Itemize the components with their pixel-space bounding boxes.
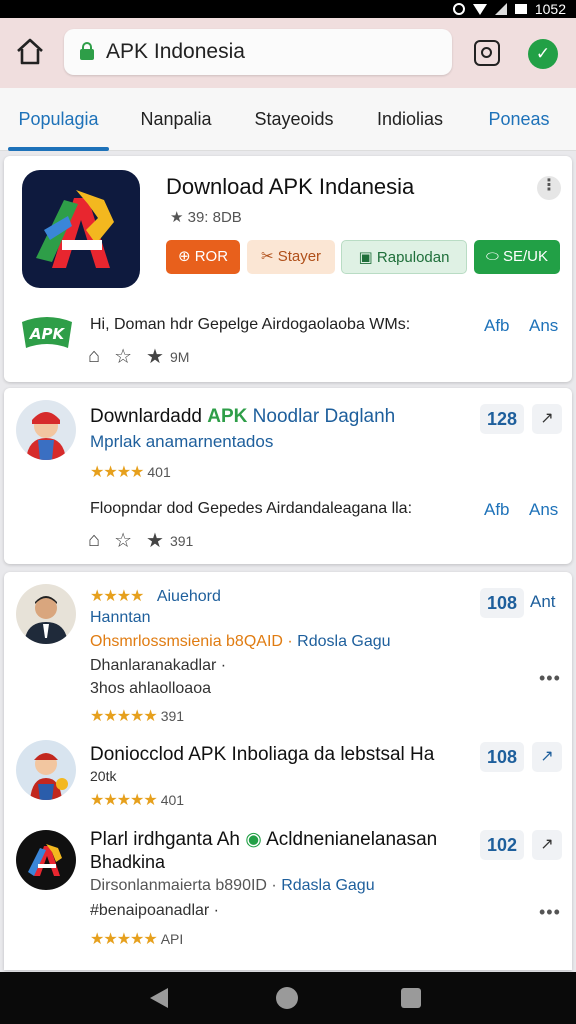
svg-text:APK: APK (29, 325, 66, 343)
list-title: Doniocclod APK Inboliaga da lebstsal Ha (90, 744, 435, 765)
meta-line-1: Dirsonlanmaierta b890ID · Rdasla Gagu (90, 877, 375, 894)
tab-poneas[interactable]: Poneas (474, 88, 564, 151)
download-count: 391 (169, 532, 194, 549)
wifi-icon (472, 3, 487, 15)
ror-button[interactable]: ⊕ ROR (166, 240, 240, 274)
tag-ans[interactable]: Ans (529, 500, 558, 520)
box-icon: ▣ (358, 249, 377, 266)
camera-icon[interactable] (474, 40, 500, 66)
clock: 1052 (534, 1, 566, 17)
home-icon[interactable] (14, 36, 46, 68)
tab-nanpalia[interactable]: Nanpalia (124, 88, 228, 151)
url-text[interactable]: APK Indonesia (106, 40, 245, 64)
star-rating: ★★★★ 401 (90, 464, 171, 481)
avatar (16, 830, 76, 890)
star-filled-icon: ★ (146, 346, 164, 368)
avatar (16, 740, 76, 800)
house-outline-icon[interactable]: ⌂ (88, 345, 100, 368)
signal-icon (494, 3, 507, 15)
star-filled-icon: ★ (146, 530, 164, 552)
system-nav-bar (0, 972, 576, 1024)
top-stars: ★★★★ Aiuehord (90, 588, 221, 605)
star-rating: ★★★★★ 391 (90, 708, 185, 725)
app-title: Download APK Indanesia (166, 174, 415, 199)
star-rating: ★★★★★ 401 (90, 792, 185, 809)
apk-badge-icon: APK (22, 317, 72, 348)
app-rating: ★ 39: 8DB (170, 209, 242, 226)
meta-line-1: Ohsmrlossmsienia b8QAID · Rdosla Gagu (90, 633, 391, 650)
meta-line-3: 3hos ahlaolloaoa (90, 680, 211, 697)
app-list-card: ★★★★ Aiuehord Hanntan Ohsmrlossmsienia b… (4, 572, 572, 970)
download-count: 9M (169, 348, 190, 365)
sync-icon (452, 3, 465, 15)
check-badge-icon: ◉ (245, 829, 262, 850)
stayer-button[interactable]: ✂ Stayer (247, 240, 335, 274)
battery-icon (514, 4, 527, 14)
house-outline-icon[interactable]: ⌂ (88, 529, 100, 552)
rapulodan-button[interactable]: ▣ Rapulodan (341, 240, 467, 274)
tab-stayeoids[interactable]: Stayeoids (244, 88, 344, 151)
app-card-2[interactable]: Downlardadd APK Noodlar Daglanh Mprlak a… (4, 388, 572, 564)
meta-line-2: #benaipoanadlar · (90, 902, 219, 919)
list-title: Plarl irdhganta Ah ◉ Acldnenianelanasan (90, 829, 438, 850)
count-badge[interactable]: 128 (480, 404, 524, 434)
side-label[interactable]: Ant (530, 592, 556, 612)
more-options-icon[interactable]: ••• (539, 668, 561, 689)
share-icon[interactable]: ↗ (532, 742, 562, 772)
recents-icon[interactable] (401, 988, 421, 1008)
star-outline-icon[interactable]: ☆ (114, 528, 132, 553)
home-button-icon[interactable] (276, 987, 298, 1009)
count-badge[interactable]: 108 (480, 588, 524, 618)
featured-app-card[interactable]: Download APK Indanesia ⋮ ★ 39: 8DB ⊕ ROR… (4, 156, 572, 382)
app-description: Hi, Doman hdr Gepelge Airdogaolaoba WMs: (90, 316, 411, 333)
list-subtitle: 20tk (90, 768, 117, 784)
list-subtitle: Mprlak anamarnentados (90, 432, 274, 451)
count-badge[interactable]: 102 (480, 830, 524, 860)
avatar (16, 584, 76, 644)
seuk-button[interactable]: ⬭ SE/UK (474, 240, 560, 274)
active-tab-indicator (8, 147, 109, 151)
status-bar: 1052 (0, 0, 576, 18)
tools-icon: ✂ (260, 248, 278, 265)
ror-icon: ⊕ (177, 248, 195, 265)
star-rating: ★★★★★ API (90, 931, 184, 948)
list-title: Downlardadd APK Noodlar Daglanh (90, 406, 396, 427)
share-icon[interactable]: ↗ (532, 404, 562, 434)
list-subtitle: Bhadkina (90, 852, 166, 872)
address-bar[interactable]: APK Indonesia (64, 29, 452, 75)
meta-line-2: Dhanlaranakadlar · (90, 657, 227, 674)
tag-afb[interactable]: Afb (484, 500, 510, 520)
app-description: Floopndar dod Gepedes Airdandaleagana ll… (90, 500, 413, 517)
pill-icon: ⬭ (486, 248, 503, 265)
back-icon[interactable] (150, 988, 168, 1008)
tab-indiolias[interactable]: Indiolias (362, 88, 458, 151)
tag-ans[interactable]: Ans (529, 316, 558, 336)
star-outline-icon[interactable]: ☆ (114, 344, 132, 369)
browser-toolbar: APK Indonesia ✓ (0, 18, 576, 88)
avatar (16, 400, 76, 460)
app-logo (22, 170, 140, 288)
share-icon[interactable]: ↗ (532, 830, 562, 860)
more-options-icon[interactable]: ⋮ (537, 176, 561, 200)
profile-avatar[interactable]: ✓ (528, 39, 558, 69)
tag-afb[interactable]: Afb (484, 316, 510, 336)
category-tabs: Populagia Nanpalia Stayeoids Indiolias P… (0, 88, 576, 151)
tab-populagia[interactable]: Populagia (8, 88, 109, 151)
count-badge[interactable]: 108 (480, 742, 524, 772)
lock-icon (80, 42, 94, 60)
more-options-icon[interactable]: ••• (539, 902, 561, 923)
author-name: Hanntan (90, 609, 151, 626)
